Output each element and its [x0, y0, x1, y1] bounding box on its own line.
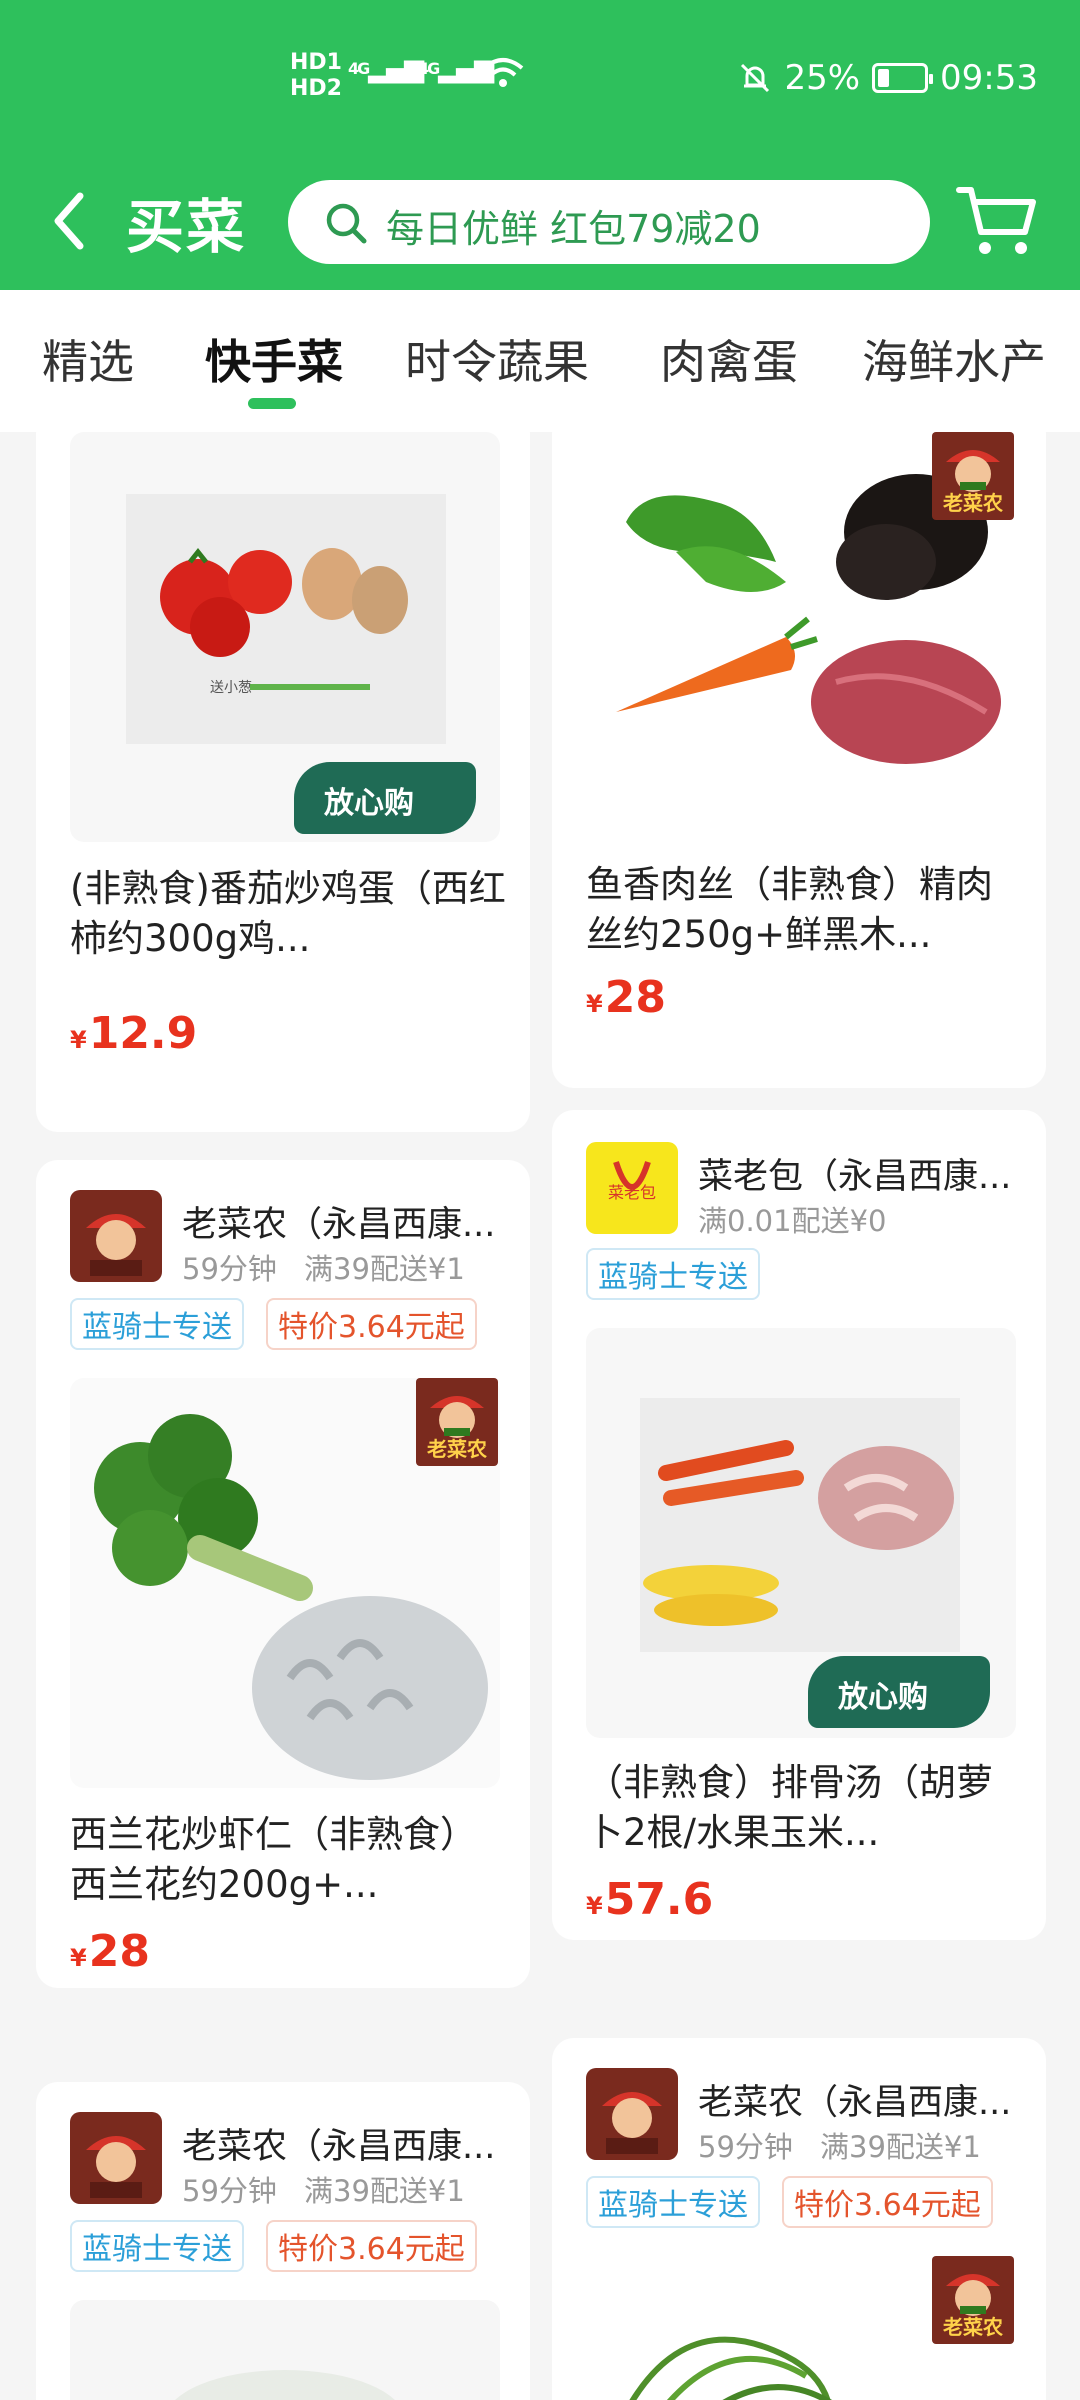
- min-order: 满39配送¥1: [304, 1252, 465, 1286]
- status-right: 25% 09:53: [738, 58, 1038, 98]
- network-label-2: 4G: [418, 59, 440, 78]
- tag-special-price: 特价3.64元起: [266, 2220, 477, 2272]
- battery-percent: 25%: [784, 58, 861, 98]
- delivery-time: 59分钟: [182, 1252, 277, 1286]
- image-caption: 送小葱: [210, 680, 252, 696]
- clock: 09:53: [940, 58, 1038, 98]
- badge-text: 老菜农: [427, 1437, 487, 1461]
- wifi-icon: [482, 58, 524, 87]
- farmer-mascot-icon: [86, 2136, 146, 2198]
- product-price: ¥12.9: [70, 1008, 197, 1059]
- delivery-time: 59分钟: [182, 2174, 277, 2208]
- product-feed: 送小葱 放心购 (非熟食)番茄炒鸡蛋（西红柿约300g鸡... ¥12.9 老菜…: [0, 432, 1080, 2400]
- farmer-mascot-icon: [86, 1214, 146, 1276]
- product-image: [70, 2300, 500, 2400]
- app-header: HD1 HD2 4G▂▄▆ 4G▂▄▆ 25% 09:53 买菜 每日优鲜 红包…: [0, 0, 1080, 290]
- tab-seafood[interactable]: 海鲜水产: [862, 326, 1046, 392]
- product-name: 西兰花炒虾仁（非熟食）西兰花约200g+...: [70, 1813, 477, 1906]
- product-name: (非熟食)番茄炒鸡蛋（西红柿约300g鸡...: [70, 867, 506, 960]
- farmer-mascot-icon: [602, 2092, 662, 2154]
- tag-rider-delivery: 蓝骑士专送: [70, 2220, 244, 2272]
- min-order: 满0.01配送¥0: [698, 1204, 887, 1238]
- product-price: ¥28: [586, 972, 666, 1023]
- badge-label: 放心购: [838, 1680, 928, 1715]
- delivery-time: 59分钟: [698, 2130, 793, 2164]
- tab-seasonal-produce[interactable]: 时令蔬果: [405, 326, 589, 392]
- store-logo: [586, 2068, 678, 2160]
- network-label: 4G: [348, 59, 370, 78]
- badge-label: 放心购: [324, 786, 414, 821]
- store-name: 老菜农（永昌西康...: [182, 2127, 496, 2167]
- fangxingou-badge: 放心购: [294, 762, 476, 834]
- back-arrow-icon[interactable]: [50, 186, 90, 256]
- product-card[interactable]: 老菜农 鱼香肉丝（非熟食）精肉丝约250g+鲜黑木... ¥28: [552, 432, 1046, 1088]
- cart-icon[interactable]: [955, 182, 1039, 258]
- price-value: 28: [88, 1926, 150, 1977]
- product-card[interactable]: 菜老包 菜老包（永昌西康... 满0.01配送¥0 蓝骑士专送 放心购 （非熟食…: [552, 1110, 1046, 1940]
- signal-indicators: HD1 HD2 4G▂▄▆ 4G▂▄▆: [290, 50, 524, 102]
- product-card[interactable]: 送小葱 放心购 (非熟食)番茄炒鸡蛋（西红柿约300g鸡... ¥12.9: [36, 432, 530, 1132]
- price-value: 57.6: [604, 1874, 714, 1925]
- currency-symbol: ¥: [70, 1944, 87, 1972]
- currency-symbol: ¥: [586, 990, 603, 1018]
- product-name: （非熟食）排骨汤（胡萝卜2根/水果玉米...: [586, 1761, 993, 1854]
- laocainong-badge: 老菜农: [932, 432, 1014, 520]
- status-bar: HD1 HD2 4G▂▄▆ 4G▂▄▆ 25% 09:53: [0, 40, 1080, 120]
- tag-special-price: 特价3.64元起: [266, 1298, 477, 1350]
- fangxingou-badge: 放心购: [808, 1656, 990, 1728]
- tab-featured[interactable]: 精选: [42, 326, 134, 392]
- tag-rider-delivery: 蓝骑士专送: [70, 1298, 244, 1350]
- page-title: 买菜: [126, 193, 247, 261]
- laocainong-badge: 老菜农: [416, 1378, 498, 1466]
- product-card[interactable]: 老菜农（永昌西康... 59分钟 满39配送¥1 蓝骑士专送 特价3.64元起: [36, 2082, 530, 2400]
- badge-text: 老菜农: [943, 491, 1003, 515]
- active-tab-indicator: [248, 398, 296, 409]
- currency-symbol: ¥: [586, 1892, 603, 1920]
- battery-fill: [878, 69, 890, 87]
- tag-rider-delivery: 蓝骑士专送: [586, 2176, 760, 2228]
- product-price: ¥28: [70, 1926, 150, 1977]
- category-tabs: 精选 快手菜 时令蔬果 肉禽蛋 海鲜水产: [0, 290, 1080, 432]
- sim2-label: HD2: [290, 76, 342, 101]
- logo-text: 菜老包: [608, 1183, 656, 1202]
- min-order: 满39配送¥1: [304, 2174, 465, 2208]
- store-logo: 菜老包: [586, 1142, 678, 1234]
- tab-quick-dishes[interactable]: 快手菜: [205, 326, 343, 392]
- search-bar[interactable]: 每日优鲜 红包79减20: [288, 180, 930, 264]
- product-card[interactable]: 老菜农（永昌西康... 59分钟 满39配送¥1 蓝骑士专送 特价3.64元起 …: [552, 2038, 1046, 2400]
- store-logo: [70, 1190, 162, 1282]
- price-value: 28: [604, 972, 666, 1023]
- battery-icon: [872, 63, 934, 93]
- sim1-label: HD1: [290, 50, 342, 75]
- store-name: 老菜农（永昌西康...: [698, 2083, 1012, 2123]
- store-logo-mark: 菜老包: [608, 1161, 656, 1202]
- tab-meat-poultry-eggs[interactable]: 肉禽蛋: [660, 326, 798, 392]
- signal-icon: 4G▂▄▆: [348, 54, 424, 84]
- min-order: 满39配送¥1: [820, 2130, 981, 2164]
- product-name: 鱼香肉丝（非熟食）精肉丝约250g+鲜黑木...: [586, 863, 993, 956]
- product-photo: [175, 2370, 395, 2400]
- store-name: 菜老包（永昌西康...: [698, 1157, 1012, 1197]
- product-card[interactable]: 老菜农（永昌西康... 59分钟 满39配送¥1 蓝骑士专送 特价3.64元起 …: [36, 1160, 530, 1988]
- search-placeholder: 每日优鲜 红包79减20: [386, 207, 761, 251]
- product-price: ¥57.6: [586, 1874, 713, 1925]
- badge-text: 老菜农: [943, 2315, 1003, 2339]
- mute-bell-icon: [741, 63, 770, 93]
- currency-symbol: ¥: [70, 1026, 87, 1054]
- search-icon: [326, 203, 367, 244]
- price-value: 12.9: [88, 1008, 198, 1059]
- store-logo: [70, 2112, 162, 2204]
- tag-rider-delivery: 蓝骑士专送: [586, 1248, 760, 1300]
- store-name: 老菜农（永昌西康...: [182, 1205, 496, 1245]
- tag-special-price: 特价3.64元起: [782, 2176, 993, 2228]
- laocainong-badge: 老菜农: [932, 2256, 1014, 2344]
